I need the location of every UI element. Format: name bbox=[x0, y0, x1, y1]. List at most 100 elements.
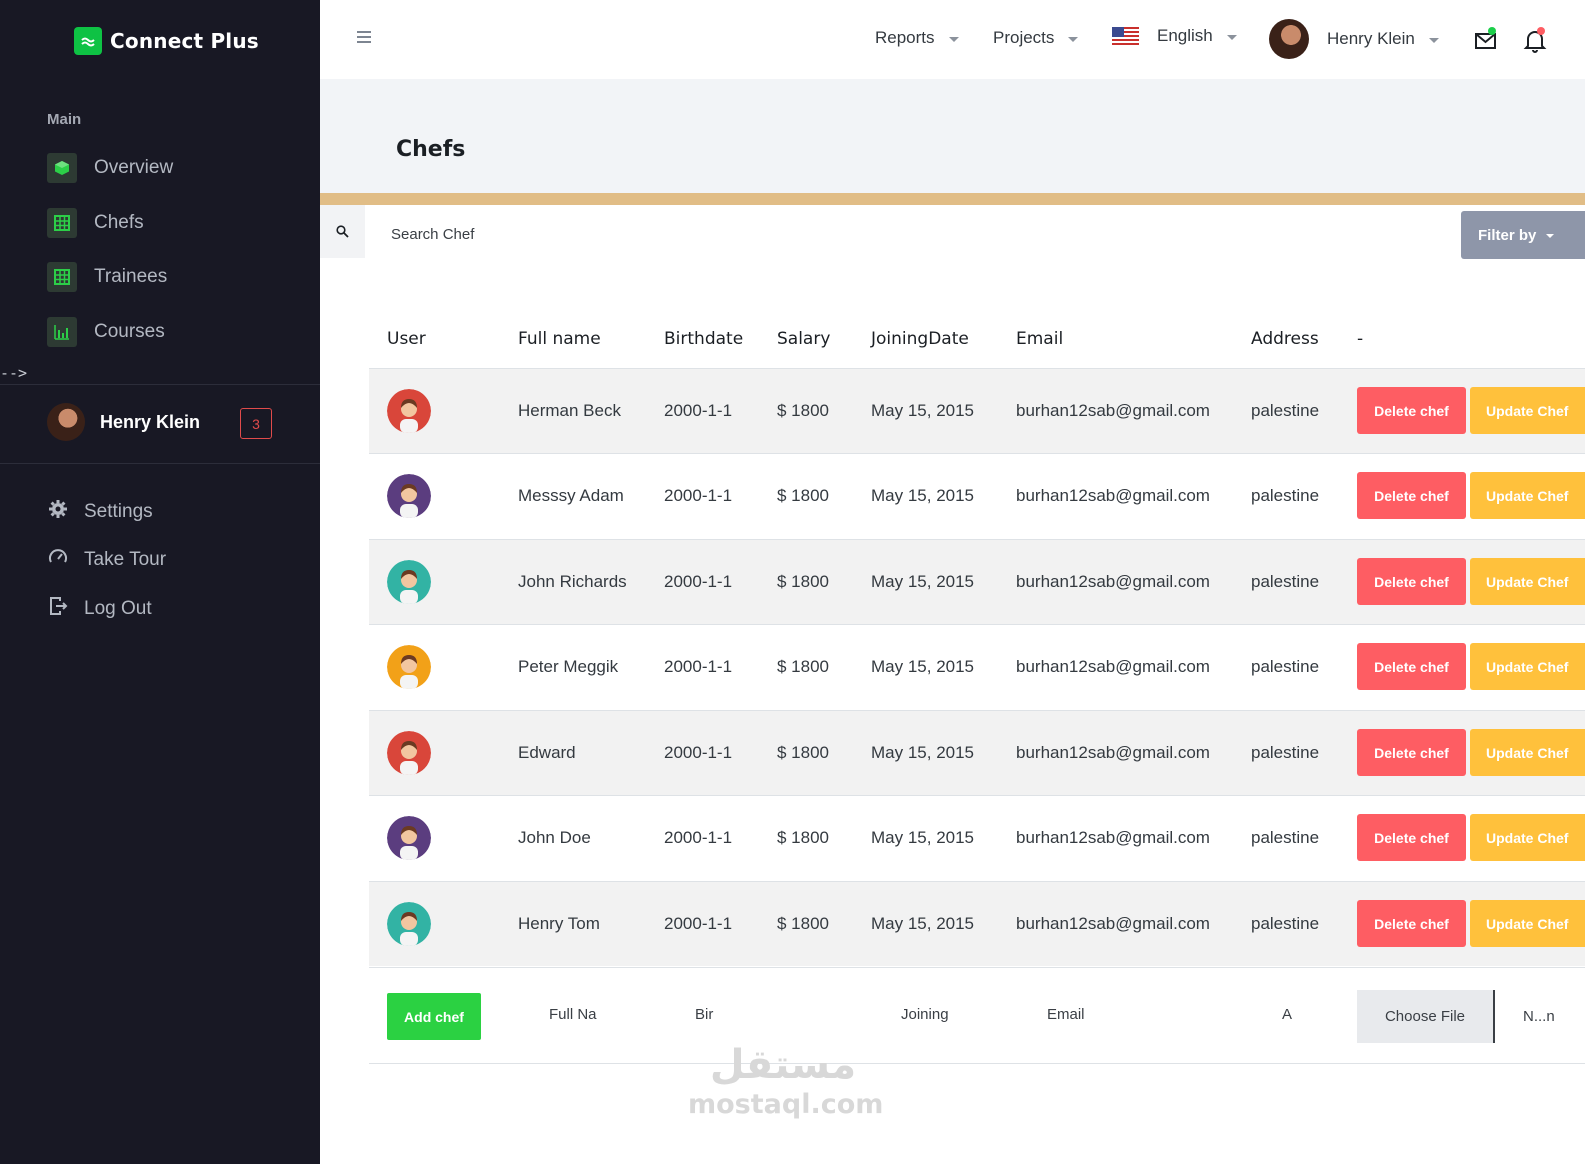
choose-file-button[interactable]: Choose File bbox=[1357, 990, 1495, 1043]
cell-birthdate: 2000-1-1 bbox=[664, 828, 733, 847]
logout-icon bbox=[48, 596, 68, 621]
brand-name: Connect Plus bbox=[110, 29, 259, 53]
chevron-down-icon bbox=[948, 36, 959, 42]
table-row: Peter Meggik 2000-1-1 $ 1800 May 15, 201… bbox=[369, 624, 1585, 709]
table-grid-icon bbox=[47, 262, 77, 292]
chevron-down-icon bbox=[1428, 37, 1439, 43]
sidebar-item-label: Courses bbox=[94, 321, 165, 342]
cell-birthdate: 2000-1-1 bbox=[664, 572, 733, 591]
add-chef-button[interactable]: Add chef bbox=[387, 993, 481, 1040]
delete-chef-button[interactable]: Delete chef bbox=[1357, 729, 1466, 776]
language-dropdown[interactable]: English bbox=[1112, 26, 1237, 46]
sidebar-item-settings[interactable]: Settings bbox=[48, 499, 153, 524]
language-label: English bbox=[1157, 26, 1213, 45]
column-header-user: User bbox=[387, 329, 426, 349]
delete-chef-button[interactable]: Delete chef bbox=[1357, 814, 1466, 861]
cell-salary: $ 1800 bbox=[777, 828, 829, 847]
birthdate-field[interactable] bbox=[695, 1006, 725, 1023]
chevron-down-icon bbox=[1226, 34, 1237, 40]
avatar bbox=[387, 731, 431, 775]
delete-chef-button[interactable]: Delete chef bbox=[1357, 900, 1466, 947]
search-button[interactable] bbox=[320, 205, 365, 258]
avatar bbox=[387, 816, 431, 860]
cell-joiningdate: May 15, 2015 bbox=[871, 828, 975, 847]
cell-birthdate: 2000-1-1 bbox=[664, 401, 733, 420]
cell-address: palestine bbox=[1251, 743, 1320, 762]
column-header-joiningdate: JoiningDate bbox=[871, 329, 969, 349]
brand-logo[interactable]: Connect Plus bbox=[74, 27, 259, 55]
cell-address: palestine bbox=[1251, 401, 1320, 420]
delete-chef-button[interactable]: Delete chef bbox=[1357, 387, 1466, 434]
reports-dropdown[interactable]: Reports bbox=[875, 28, 959, 48]
cell-joiningdate: May 15, 2015 bbox=[871, 572, 975, 591]
cell-email: burhan12sab@gmail.com bbox=[1016, 657, 1210, 676]
update-chef-button[interactable]: Update Chef bbox=[1470, 387, 1585, 434]
filter-label: Filter by bbox=[1478, 226, 1537, 244]
chevron-down-icon bbox=[1068, 36, 1079, 42]
table-row: John Richards 2000-1-1 $ 1800 May 15, 20… bbox=[369, 539, 1585, 624]
bar-chart-icon bbox=[47, 317, 77, 347]
sidebar-item-overview[interactable]: Overview bbox=[47, 153, 173, 183]
update-chef-button[interactable]: Update Chef bbox=[1470, 643, 1585, 690]
update-chef-button[interactable]: Update Chef bbox=[1470, 729, 1585, 776]
cell-email: burhan12sab@gmail.com bbox=[1016, 401, 1210, 420]
cell-salary: $ 1800 bbox=[777, 401, 829, 420]
cell-salary: $ 1800 bbox=[777, 657, 829, 676]
avatar bbox=[1269, 19, 1309, 59]
update-chef-button[interactable]: Update Chef bbox=[1470, 558, 1585, 605]
cell-email: burhan12sab@gmail.com bbox=[1016, 828, 1210, 847]
watermark-arabic: مستقل bbox=[709, 1042, 857, 1088]
profile-name: Henry Klein bbox=[100, 411, 201, 432]
cell-joiningdate: May 15, 2015 bbox=[871, 914, 975, 933]
cell-joiningdate: May 15, 2015 bbox=[871, 401, 975, 420]
column-header-salary: Salary bbox=[777, 329, 831, 349]
cell-fullname: Peter Meggik bbox=[518, 657, 619, 676]
address-field[interactable] bbox=[1282, 1006, 1322, 1023]
delete-chef-button[interactable]: Delete chef bbox=[1357, 558, 1466, 605]
cell-address: palestine bbox=[1251, 828, 1320, 847]
sidebar-item-trainees[interactable]: Trainees bbox=[47, 262, 167, 292]
sidebar-item-logout[interactable]: Log Out bbox=[48, 596, 152, 621]
bell-icon[interactable] bbox=[1522, 27, 1548, 53]
email-field[interactable] bbox=[1047, 1006, 1167, 1023]
column-header-actions: - bbox=[1357, 329, 1364, 349]
sidebar-item-label: Take Tour bbox=[84, 548, 167, 570]
user-dropdown[interactable]: Henry Klein bbox=[1269, 19, 1439, 59]
fullname-field[interactable] bbox=[549, 1006, 669, 1023]
cell-salary: $ 1800 bbox=[777, 914, 829, 933]
mail-icon[interactable] bbox=[1473, 27, 1499, 53]
status-dot bbox=[1488, 27, 1496, 35]
delete-chef-button[interactable]: Delete chef bbox=[1357, 472, 1466, 519]
cell-birthdate: 2000-1-1 bbox=[664, 486, 733, 505]
cell-joiningdate: May 15, 2015 bbox=[871, 743, 975, 762]
sidebar-item-take-tour[interactable]: Take Tour bbox=[48, 547, 166, 572]
avatar bbox=[47, 403, 85, 441]
watermark: مستقل mostaql.com bbox=[688, 1040, 883, 1120]
page-title: Chefs bbox=[396, 137, 466, 162]
cell-fullname: Henry Tom bbox=[518, 914, 600, 933]
add-chef-form: Add chef Choose File N...n bbox=[369, 967, 1585, 1064]
sidebar-item-courses[interactable]: Courses bbox=[47, 317, 165, 347]
us-flag-icon bbox=[1112, 26, 1139, 46]
page-header bbox=[320, 79, 1585, 193]
projects-dropdown[interactable]: Projects bbox=[993, 28, 1079, 48]
sidebar-item-label: Log Out bbox=[84, 597, 152, 619]
cell-salary: $ 1800 bbox=[777, 486, 829, 505]
column-header-fullname: Full name bbox=[518, 329, 601, 349]
search-input[interactable] bbox=[375, 214, 875, 254]
update-chef-button[interactable]: Update Chef bbox=[1470, 814, 1585, 861]
update-chef-button[interactable]: Update Chef bbox=[1470, 472, 1585, 519]
avatar bbox=[387, 902, 431, 946]
sidebar-item-chefs[interactable]: Chefs bbox=[47, 208, 144, 238]
sidebar-item-label: Overview bbox=[94, 157, 174, 178]
sidebar-profile[interactable]: Henry Klein bbox=[47, 403, 200, 441]
file-name-text: N...n bbox=[1523, 1008, 1555, 1025]
avatar bbox=[387, 474, 431, 518]
avatar bbox=[387, 389, 431, 433]
delete-chef-button[interactable]: Delete chef bbox=[1357, 643, 1466, 690]
sidebar-item-label: Settings bbox=[84, 500, 153, 522]
joiningdate-field[interactable] bbox=[901, 1006, 1021, 1023]
filter-dropdown-button[interactable]: Filter by bbox=[1461, 211, 1585, 259]
update-chef-button[interactable]: Update Chef bbox=[1470, 900, 1585, 947]
menu-icon[interactable] bbox=[357, 31, 371, 46]
